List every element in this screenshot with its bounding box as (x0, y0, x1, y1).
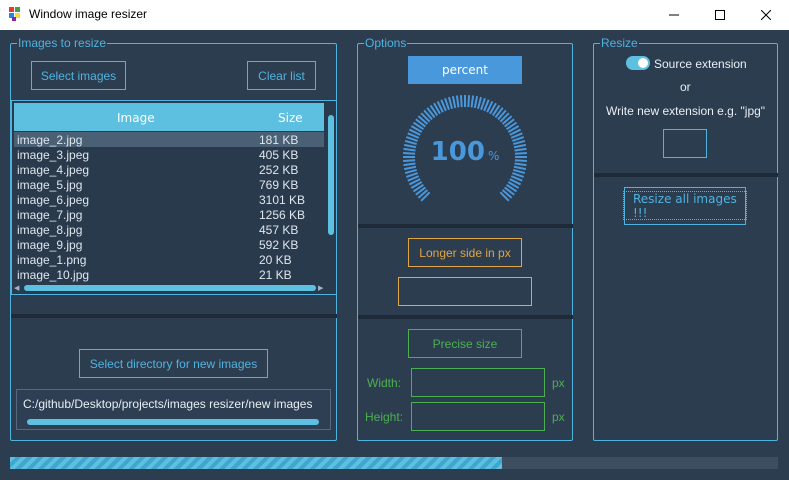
title-bar: Window image resizer (0, 0, 789, 30)
dial-value-display: 100% (400, 137, 530, 167)
table-row[interactable]: image_3.jpeg 405 KB (14, 147, 324, 162)
longer-side-input[interactable] (398, 277, 532, 306)
scroll-right-icon[interactable]: ▶ (318, 284, 323, 292)
minimize-icon (669, 14, 679, 16)
cell-image: image_2.jpg (17, 133, 83, 147)
scroll-left-icon[interactable]: ◀ (14, 284, 19, 292)
window-title: Window image resizer (29, 7, 148, 21)
cell-image: image_8.jpg (17, 223, 83, 237)
width-unit-label: px (552, 376, 565, 390)
table-header: Image Size (14, 103, 324, 131)
extension-hint: Write new extension e.g. "jpg" (606, 104, 766, 118)
options-divider-1 (358, 224, 573, 228)
precise-size-button[interactable]: Precise size (408, 329, 522, 358)
select-images-button[interactable]: Select images (31, 61, 126, 90)
table-row[interactable]: image_9.jpg 592 KB (14, 237, 324, 252)
vertical-scroll-thumb[interactable] (328, 115, 334, 235)
close-icon (761, 10, 771, 20)
column-header-image[interactable]: Image (117, 111, 155, 125)
source-extension-label: Source extension (654, 57, 747, 71)
table-row[interactable]: image_5.jpg 769 KB (14, 177, 324, 192)
clear-list-button[interactable]: Clear list (247, 61, 316, 90)
cell-size: 252 KB (259, 163, 299, 177)
cell-size: 3101 KB (259, 193, 306, 207)
dial-tick (513, 165, 527, 171)
dial-tick (451, 95, 457, 109)
output-path-text: C:/github/Desktop/projects/images resize… (23, 397, 313, 411)
width-label: Width: (367, 376, 402, 390)
cell-image: image_1.png (17, 253, 87, 267)
resize-group: Resize (593, 36, 778, 441)
dial-tick (476, 96, 483, 109)
cell-size: 592 KB (259, 238, 299, 252)
table-row[interactable]: image_2.jpg 181 KB (14, 132, 324, 147)
progress-bar (10, 457, 778, 469)
width-input[interactable] (411, 368, 545, 397)
images-divider (11, 314, 337, 318)
cell-image: image_9.jpg (17, 238, 83, 252)
options-group-title: Options (364, 36, 408, 50)
height-unit-label: px (552, 410, 565, 424)
height-input[interactable] (411, 402, 545, 431)
images-table[interactable]: Image Size image_2.jpg 181 KB image_3.jpe… (11, 100, 337, 295)
progress-fill (10, 457, 502, 469)
cell-size: 457 KB (259, 223, 299, 237)
path-scrollbar[interactable] (27, 419, 319, 425)
dial-tick (403, 165, 417, 171)
percent-mode-button[interactable]: percent (408, 56, 522, 84)
app-icon (9, 7, 20, 21)
toggle-knob (638, 58, 648, 68)
cell-size: 181 KB (259, 133, 299, 147)
source-extension-toggle[interactable] (626, 56, 650, 70)
dial-tick (447, 96, 454, 109)
table-row[interactable]: image_1.png 20 KB (14, 252, 324, 267)
minimize-button[interactable] (651, 0, 697, 30)
dial-tick (513, 168, 526, 175)
resize-all-label: Resize all images !!! (624, 186, 746, 225)
cell-size: 21 KB (259, 268, 292, 282)
maximize-button[interactable] (697, 0, 743, 30)
dial-tick (459, 95, 463, 108)
table-row[interactable]: image_6.jpeg 3101 KB (14, 192, 324, 207)
dial-unit: % (487, 149, 500, 163)
dial-tick (473, 95, 479, 109)
cell-image: image_6.jpeg (17, 193, 90, 207)
select-directory-button[interactable]: Select directory for new images (79, 349, 268, 378)
extension-input[interactable] (663, 129, 707, 158)
close-button[interactable] (743, 0, 789, 30)
cell-size: 769 KB (259, 178, 299, 192)
table-row[interactable]: image_4.jpeg 252 KB (14, 162, 324, 177)
table-row[interactable]: image_8.jpg 457 KB (14, 222, 324, 237)
resize-all-button[interactable]: Resize all images !!! (623, 186, 747, 225)
cell-image: image_4.jpeg (17, 163, 90, 177)
cell-image: image_10.jpg (17, 268, 90, 282)
table-row[interactable]: image_10.jpg 21 KB (14, 267, 324, 282)
resize-divider (594, 173, 778, 177)
cell-size: 20 KB (259, 253, 292, 267)
dial-tick (470, 95, 475, 108)
dial-tick (467, 95, 471, 108)
resize-group-title: Resize (600, 36, 639, 50)
cell-size: 405 KB (259, 148, 299, 162)
options-divider-2 (358, 315, 573, 319)
cell-image: image_5.jpg (17, 178, 83, 192)
horizontal-scroll-thumb[interactable] (24, 285, 316, 291)
dial-value: 100 (430, 137, 485, 167)
cell-size: 1256 KB (259, 208, 306, 222)
longer-side-button[interactable]: Longer side in px (408, 238, 522, 267)
images-group-title: Images to resize (17, 36, 108, 50)
dial-tick (404, 168, 417, 175)
or-label: or (680, 80, 691, 94)
output-path-field[interactable]: C:/github/Desktop/projects/images resize… (16, 389, 331, 430)
cell-image: image_3.jpeg (17, 148, 90, 162)
table-row[interactable]: image_7.jpg 1256 KB (14, 207, 324, 222)
table-horizontal-scrollbar[interactable]: ◀ ▶ (14, 283, 326, 293)
cell-image: image_7.jpg (17, 208, 83, 222)
height-label: Height: (365, 410, 404, 424)
maximize-icon (715, 10, 725, 20)
column-header-size[interactable]: Size (278, 111, 303, 125)
dial-tick (455, 95, 460, 108)
table-vertical-scrollbar[interactable] (326, 103, 336, 281)
